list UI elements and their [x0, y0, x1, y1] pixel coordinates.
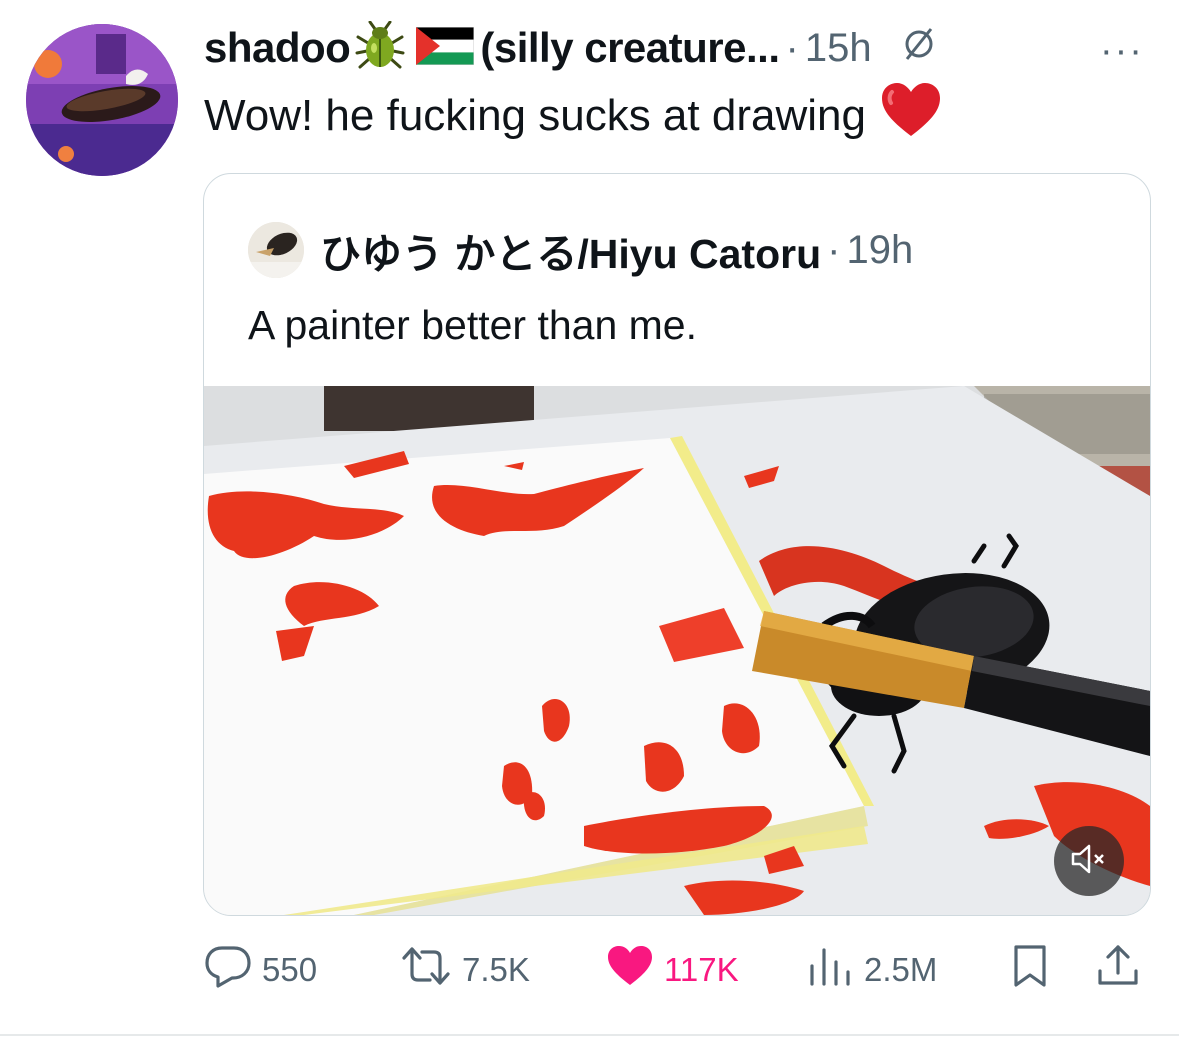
quoted-tweet-header: ひゆう かとる/Hiyu Catoru · 19h	[248, 222, 913, 278]
quoted-separator: ·	[827, 227, 841, 272]
more-options-button[interactable]: ···	[1100, 30, 1144, 73]
mute-button[interactable]	[1054, 826, 1124, 896]
red-heart-emoji-icon	[880, 82, 942, 149]
quoted-tweet-time[interactable]: 19h	[846, 228, 913, 273]
bar-chart-icon	[806, 944, 854, 996]
reply-button[interactable]: 550	[204, 942, 317, 998]
quoted-tweet-video[interactable]	[204, 386, 1150, 915]
quoted-author-avatar[interactable]	[248, 222, 304, 278]
speech-bubble-icon	[204, 944, 252, 996]
like-button[interactable]: 117K	[606, 942, 739, 998]
beetle-emoji-icon	[354, 20, 406, 76]
share-button[interactable]	[1096, 942, 1140, 998]
views-button[interactable]: 2.5M	[806, 942, 937, 998]
repost-count: 7.5K	[462, 951, 530, 988]
quoted-tweet-card[interactable]: ひゆう かとる/Hiyu Catoru · 19h A painter bett…	[203, 173, 1151, 916]
bookmark-icon	[1010, 943, 1050, 997]
tweet-text-container: Wow! he fucking sucks at drawing	[204, 82, 942, 149]
repost-arrows-icon	[400, 944, 452, 996]
tweet-header: shadoo (silly creature... · 15h	[204, 18, 936, 78]
reply-count: 550	[262, 951, 318, 988]
tweet-text: Wow! he fucking sucks at drawing	[204, 90, 866, 140]
author-display-name[interactable]: shadoo	[204, 24, 351, 72]
author-avatar[interactable]	[26, 24, 178, 176]
heart-icon	[606, 944, 654, 996]
author-name-suffix[interactable]: (silly creature...	[480, 24, 780, 72]
speaker-muted-icon	[1069, 842, 1109, 881]
divider	[0, 1034, 1179, 1036]
share-upload-icon	[1096, 943, 1140, 997]
repost-button[interactable]: 7.5K	[400, 942, 530, 998]
tweet-time[interactable]: 15h	[805, 26, 872, 71]
quoted-tweet-text: A painter better than me.	[248, 302, 697, 348]
header-separator: ·	[785, 25, 799, 70]
palestine-flag-icon	[415, 26, 475, 70]
like-count: 117K	[664, 951, 739, 988]
views-count: 2.5M	[864, 951, 938, 988]
circle-slash-icon	[902, 23, 936, 73]
bookmark-button[interactable]	[1010, 942, 1050, 998]
quoted-author-display-name[interactable]: ひゆう かとる/Hiyu Catoru	[320, 220, 821, 280]
